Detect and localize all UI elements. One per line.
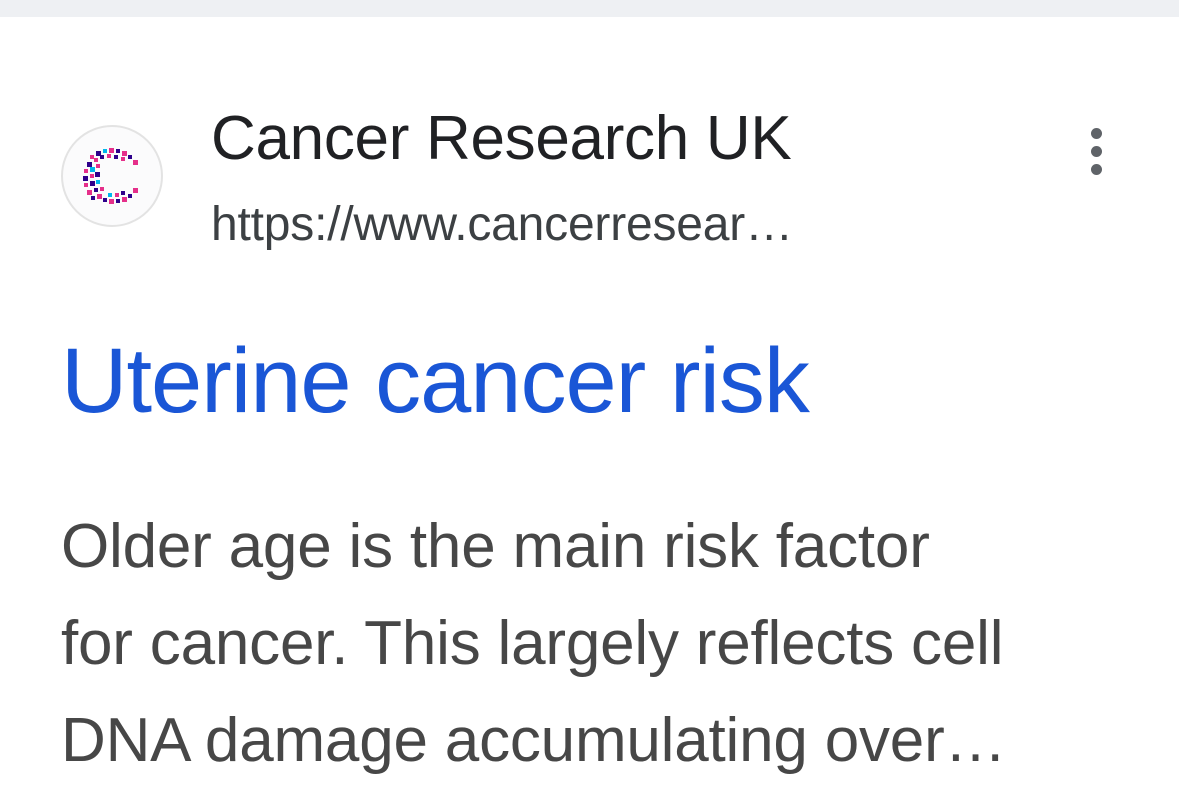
three-dot-vertical-icon xyxy=(1090,163,1102,175)
cancer-research-uk-logo-icon[interactable] xyxy=(61,125,163,227)
snippet-line: DNA damage accumulating over… xyxy=(61,706,1007,775)
result-title-link[interactable]: Uterine cancer risk xyxy=(61,327,810,435)
snippet-line: Older age is the main risk factor xyxy=(61,512,930,581)
site-name[interactable]: Cancer Research UK xyxy=(211,103,792,175)
site-url[interactable]: https://www.cancerresear… xyxy=(211,197,971,253)
three-dot-vertical-icon xyxy=(1090,127,1102,139)
more-options-button[interactable] xyxy=(1072,119,1120,183)
search-result-card: Cancer Research UK https://www.cancerres… xyxy=(0,17,1179,806)
snippet-line: for cancer. This largely reflects cell xyxy=(61,609,1004,678)
result-snippet: Older age is the main risk factor for ca… xyxy=(61,498,1141,789)
three-dot-vertical-icon xyxy=(1090,145,1102,157)
top-divider xyxy=(0,0,1179,17)
